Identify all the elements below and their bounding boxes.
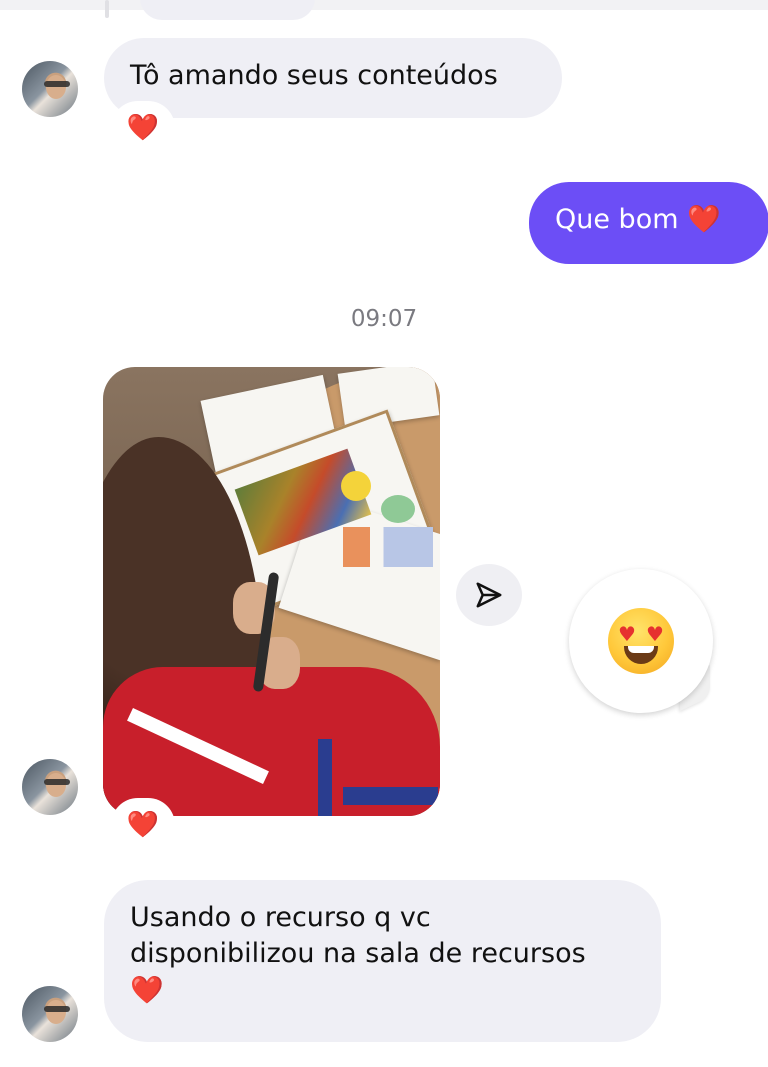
send-paper-plane-icon bbox=[476, 582, 502, 608]
heart-eye-right: ♥ bbox=[646, 622, 664, 646]
message-text: Tô amando seus conteúdos bbox=[130, 60, 498, 91]
photo-green-face bbox=[381, 495, 415, 523]
heart-reaction[interactable]: ❤️ bbox=[114, 801, 172, 849]
heart-eye-left: ♥ bbox=[618, 622, 636, 646]
red-heart-icon: ❤️ bbox=[126, 113, 160, 143]
contact-avatar[interactable] bbox=[22, 759, 78, 815]
avatar-glasses bbox=[44, 81, 70, 87]
message-text-line: disponibilizou na sala de recursos bbox=[130, 938, 586, 970]
red-heart-icon: ❤️ bbox=[126, 810, 160, 840]
photo-message[interactable] bbox=[103, 367, 440, 816]
photo-smiley bbox=[341, 471, 371, 501]
avatar-face bbox=[46, 1000, 66, 1024]
heart-reaction[interactable]: ❤️ bbox=[114, 104, 172, 152]
photo-shirt-stripe bbox=[343, 787, 438, 805]
avatar-face bbox=[46, 773, 66, 797]
message-text-line: Usando o recurso q vc bbox=[130, 902, 431, 933]
contact-avatar[interactable] bbox=[22, 61, 78, 117]
previous-message-bubble[interactable] bbox=[140, 0, 315, 20]
heart-eyes-emoji-icon: ♥ ♥ bbox=[608, 608, 674, 674]
message-text: Que bom ❤️ bbox=[555, 204, 721, 235]
message-bubble-received[interactable]: Usando o recurso q vc disponibilizou na … bbox=[104, 880, 661, 1042]
avatar-glasses bbox=[44, 1006, 70, 1012]
previous-message-thread-line bbox=[105, 0, 109, 18]
timestamp: 09:07 bbox=[350, 306, 418, 332]
message-bubble-sent[interactable]: Que bom ❤️ bbox=[529, 182, 768, 264]
top-edge bbox=[0, 0, 768, 10]
avatar-glasses bbox=[44, 779, 70, 785]
share-button[interactable] bbox=[456, 564, 522, 626]
sticker-message[interactable]: ♥ ♥ bbox=[569, 569, 713, 713]
message-bubble-received[interactable]: Tô amando seus conteúdos bbox=[104, 38, 562, 118]
avatar-face bbox=[46, 75, 66, 99]
red-heart-icon: ❤️ bbox=[130, 974, 164, 1006]
emoji-mouth bbox=[624, 646, 658, 664]
photo-shapes bbox=[343, 527, 433, 567]
contact-avatar[interactable] bbox=[22, 986, 78, 1042]
photo-shirt-stripe bbox=[318, 739, 332, 816]
